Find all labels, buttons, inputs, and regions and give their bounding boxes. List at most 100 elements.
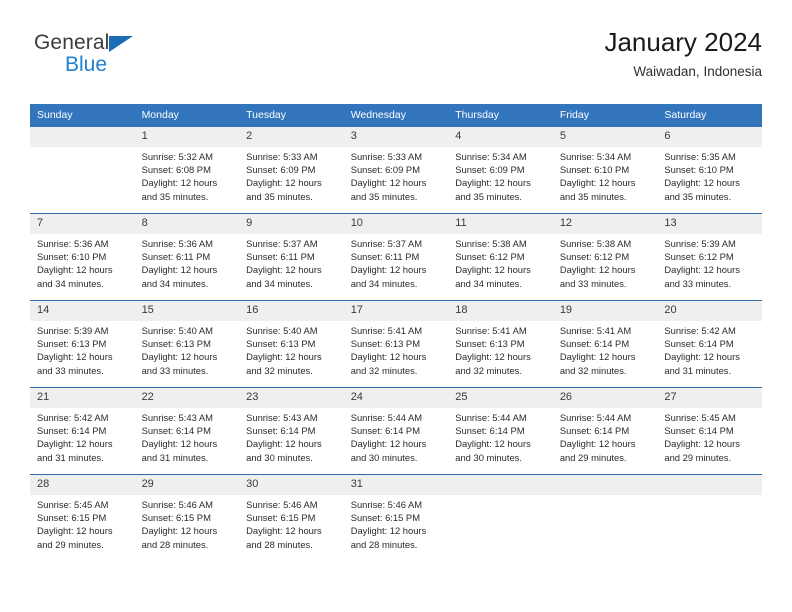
day-cell[interactable]: 30 Sunrise: 5:46 AM Sunset: 6:15 PM Dayl…	[239, 474, 344, 561]
day-cell[interactable]: 28 Sunrise: 5:45 AM Sunset: 6:15 PM Dayl…	[30, 474, 135, 561]
sunrise-text: Sunrise: 5:43 AM	[246, 412, 318, 423]
day-details: Sunrise: 5:34 AM Sunset: 6:09 PM Dayligh…	[448, 147, 553, 203]
daylight-text-line2: and 32 minutes.	[559, 364, 627, 376]
daylight-text-line2: and 34 minutes.	[141, 277, 209, 289]
daylight-text-line1: Daylight: 12 hours	[664, 351, 740, 363]
day-number: 30	[239, 475, 344, 495]
sunset-text: Sunset: 6:13 PM	[350, 338, 420, 350]
day-details: Sunrise: 5:44 AM Sunset: 6:14 PM Dayligh…	[448, 408, 553, 464]
day-number: 13	[657, 214, 762, 234]
sunrise-text: Sunrise: 5:37 AM	[350, 238, 423, 249]
weekday-header-saturday: Saturday	[657, 104, 762, 127]
day-cell[interactable]: 17 Sunrise: 5:41 AM Sunset: 6:13 PM Dayl…	[343, 300, 449, 388]
brand-logo[interactable]: General Blue	[34, 31, 234, 89]
weekday-header-row: Sunday Monday Tuesday Wednesday Thursday…	[30, 104, 762, 127]
day-number: 26	[552, 388, 658, 408]
daylight-text-line1: Daylight: 12 hours	[350, 177, 427, 189]
day-details: Sunrise: 5:41 AM Sunset: 6:13 PM Dayligh…	[448, 321, 553, 377]
day-details: Sunrise: 5:36 AM Sunset: 6:11 PM Dayligh…	[135, 234, 240, 290]
day-cell[interactable]: 24 Sunrise: 5:44 AM Sunset: 6:14 PM Dayl…	[343, 387, 449, 475]
daylight-text-line1: Daylight: 12 hours	[559, 438, 636, 450]
day-cell[interactable]: 21 Sunrise: 5:42 AM Sunset: 6:14 PM Dayl…	[30, 387, 135, 475]
sunset-text: Sunset: 6:15 PM	[350, 512, 420, 524]
daylight-text-line2: and 33 minutes.	[141, 364, 209, 376]
day-cell[interactable]: 26 Sunrise: 5:44 AM Sunset: 6:14 PM Dayl…	[552, 387, 658, 475]
sunset-text: Sunset: 6:13 PM	[246, 338, 316, 350]
day-details: Sunrise: 5:46 AM Sunset: 6:15 PM Dayligh…	[135, 495, 240, 551]
day-details: Sunrise: 5:46 AM Sunset: 6:15 PM Dayligh…	[344, 495, 449, 551]
day-number: 22	[134, 388, 240, 408]
day-cell[interactable]	[448, 474, 553, 561]
day-cell[interactable]	[552, 474, 658, 561]
sunrise-text: Sunrise: 5:41 AM	[455, 325, 527, 336]
day-cell[interactable]: 29 Sunrise: 5:46 AM Sunset: 6:15 PM Dayl…	[134, 474, 240, 561]
day-cell[interactable]: 11 Sunrise: 5:38 AM Sunset: 6:12 PM Dayl…	[448, 213, 553, 301]
day-details: Sunrise: 5:45 AM Sunset: 6:15 PM Dayligh…	[30, 495, 135, 551]
sunrise-text: Sunrise: 5:46 AM	[246, 499, 318, 510]
sunrise-text: Sunrise: 5:40 AM	[141, 325, 213, 336]
sunrise-text: Sunrise: 5:35 AM	[664, 151, 736, 162]
sunset-text: Sunset: 6:15 PM	[141, 512, 211, 524]
day-cell[interactable]: 7 Sunrise: 5:36 AM Sunset: 6:10 PM Dayli…	[30, 213, 135, 301]
day-cell[interactable]: 1 Sunrise: 5:32 AM Sunset: 6:08 PM Dayli…	[134, 127, 240, 214]
day-number: 28	[30, 475, 135, 495]
day-cell[interactable]: 15 Sunrise: 5:40 AM Sunset: 6:13 PM Dayl…	[134, 300, 240, 388]
weekday-header-friday: Friday	[552, 104, 658, 127]
day-cell[interactable]: 19 Sunrise: 5:41 AM Sunset: 6:14 PM Dayl…	[552, 300, 658, 388]
day-number: 4	[448, 127, 553, 147]
day-cell[interactable]: 16 Sunrise: 5:40 AM Sunset: 6:13 PM Dayl…	[239, 300, 344, 388]
day-details: Sunrise: 5:42 AM Sunset: 6:14 PM Dayligh…	[30, 408, 135, 464]
day-cell[interactable]: 22 Sunrise: 5:43 AM Sunset: 6:14 PM Dayl…	[134, 387, 240, 475]
page-subtitle: Waiwadan, Indonesia	[633, 64, 762, 79]
day-cell[interactable]: 20 Sunrise: 5:42 AM Sunset: 6:14 PM Dayl…	[657, 300, 762, 388]
weekday-header-thursday: Thursday	[448, 104, 553, 127]
day-number: 20	[657, 301, 762, 321]
day-cell[interactable]: 12 Sunrise: 5:38 AM Sunset: 6:12 PM Dayl…	[552, 213, 658, 301]
sunrise-text: Sunrise: 5:46 AM	[141, 499, 213, 510]
day-details: Sunrise: 5:37 AM Sunset: 6:11 PM Dayligh…	[344, 234, 449, 290]
day-cell[interactable]: 27 Sunrise: 5:45 AM Sunset: 6:14 PM Dayl…	[657, 387, 762, 475]
day-number: 5	[552, 127, 658, 147]
day-cell[interactable]	[30, 127, 135, 214]
sunrise-text: Sunrise: 5:38 AM	[559, 238, 632, 249]
daylight-text-line2: and 31 minutes.	[664, 364, 732, 376]
day-cell[interactable]: 18 Sunrise: 5:41 AM Sunset: 6:13 PM Dayl…	[448, 300, 553, 388]
day-cell[interactable]: 13 Sunrise: 5:39 AM Sunset: 6:12 PM Dayl…	[657, 213, 762, 301]
day-cell[interactable]: 4 Sunrise: 5:34 AM Sunset: 6:09 PM Dayli…	[448, 127, 553, 214]
title-block: January 2024 Waiwadan, Indonesia	[604, 26, 762, 82]
day-cell[interactable]: 8 Sunrise: 5:36 AM Sunset: 6:11 PM Dayli…	[134, 213, 240, 301]
day-cell[interactable]: 25 Sunrise: 5:44 AM Sunset: 6:14 PM Dayl…	[448, 387, 553, 475]
day-details: Sunrise: 5:37 AM Sunset: 6:11 PM Dayligh…	[239, 234, 344, 290]
day-cell[interactable]: 14 Sunrise: 5:39 AM Sunset: 6:13 PM Dayl…	[30, 300, 135, 388]
sunrise-text: Sunrise: 5:34 AM	[455, 151, 527, 162]
day-cell[interactable]: 2 Sunrise: 5:33 AM Sunset: 6:09 PM Dayli…	[239, 127, 344, 214]
daylight-text-line2: and 34 minutes.	[246, 277, 313, 289]
day-cell[interactable]: 10 Sunrise: 5:37 AM Sunset: 6:11 PM Dayl…	[343, 213, 449, 301]
day-cell[interactable]: 23 Sunrise: 5:43 AM Sunset: 6:14 PM Dayl…	[239, 387, 344, 475]
sunrise-text: Sunrise: 5:44 AM	[350, 412, 423, 423]
sunrise-text: Sunrise: 5:32 AM	[141, 151, 213, 162]
day-details: Sunrise: 5:39 AM Sunset: 6:13 PM Dayligh…	[30, 321, 135, 377]
calendar-grid: Sunday Monday Tuesday Wednesday Thursday…	[30, 104, 762, 561]
daylight-text-line1: Daylight: 12 hours	[246, 177, 322, 189]
daylight-text-line1: Daylight: 12 hours	[141, 525, 218, 537]
sunrise-text: Sunrise: 5:41 AM	[559, 325, 632, 336]
daylight-text-line2: and 29 minutes.	[559, 451, 627, 463]
sunrise-text: Sunrise: 5:37 AM	[246, 238, 318, 249]
day-number: 11	[448, 214, 553, 234]
sunset-text: Sunset: 6:12 PM	[455, 251, 525, 263]
day-cell[interactable]: 31 Sunrise: 5:46 AM Sunset: 6:15 PM Dayl…	[343, 474, 449, 561]
day-cell[interactable]: 9 Sunrise: 5:37 AM Sunset: 6:11 PM Dayli…	[239, 213, 344, 301]
day-cell[interactable]: 5 Sunrise: 5:34 AM Sunset: 6:10 PM Dayli…	[552, 127, 658, 214]
day-cell[interactable]: 6 Sunrise: 5:35 AM Sunset: 6:10 PM Dayli…	[657, 127, 762, 214]
sunrise-text: Sunrise: 5:44 AM	[455, 412, 527, 423]
daylight-text-line1: Daylight: 12 hours	[141, 264, 218, 276]
calendar-page: General Blue January 2024 Waiwadan, Indo…	[0, 0, 792, 612]
day-number: 2	[239, 127, 344, 147]
day-cell[interactable]: 3 Sunrise: 5:33 AM Sunset: 6:09 PM Dayli…	[343, 127, 449, 214]
day-cell[interactable]	[657, 474, 762, 561]
daylight-text-line1: Daylight: 12 hours	[350, 264, 427, 276]
sunset-text: Sunset: 6:10 PM	[559, 164, 630, 176]
sunrise-text: Sunrise: 5:45 AM	[664, 412, 736, 423]
daylight-text-line1: Daylight: 12 hours	[246, 438, 322, 450]
